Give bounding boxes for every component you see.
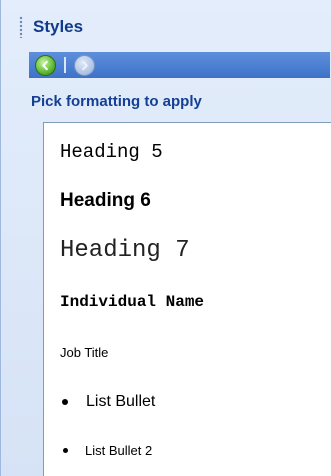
style-item-job-title[interactable]: Job Title [60,345,108,360]
drag-grip-icon[interactable] [19,16,23,38]
pick-formatting-label: Pick formatting to apply [31,93,202,110]
style-item-heading-6[interactable]: Heading 6 [60,190,151,212]
style-item-label: List Bullet 2 [85,443,153,458]
style-item-list-bullet[interactable]: List Bullet [60,393,155,411]
toolbar-separator [64,57,66,73]
back-arrow-icon [42,60,48,70]
styles-task-pane: Styles Pick formatting to apply Heading … [0,0,331,476]
style-item-list-bullet-2[interactable]: List Bullet 2 [60,443,152,458]
style-item-individual-name[interactable]: Individual Name [60,293,204,311]
forward-button[interactable] [74,54,95,76]
style-item-label: List Bullet [86,393,156,410]
task-pane-toolbar [29,52,330,78]
back-button[interactable] [35,54,56,76]
bullet-icon [63,448,68,453]
task-pane-title-bar: Styles [19,10,324,44]
task-pane-title: Styles [33,17,84,36]
forward-arrow-icon [82,60,88,70]
styles-list: Heading 5 Heading 6 Heading 7 Individual… [43,122,331,476]
style-item-heading-5[interactable]: Heading 5 [60,141,163,163]
bullet-icon [62,399,68,405]
style-item-heading-7[interactable]: Heading 7 [60,237,190,264]
